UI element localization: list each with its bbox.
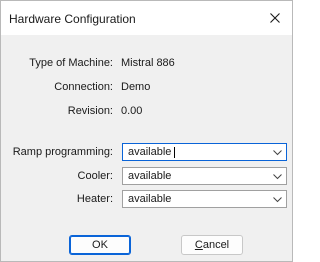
text-caret	[174, 147, 175, 158]
cancel-button-label: ancel	[202, 239, 230, 251]
machine-type-label: Type of Machine:	[29, 57, 113, 69]
ramp-programming-label: Ramp programming:	[12, 146, 113, 158]
ramp-programming-select[interactable]: available	[122, 143, 287, 161]
cooler-value: available	[128, 170, 172, 182]
cooler-label: Cooler:	[77, 170, 113, 182]
heater-value: available	[128, 193, 172, 205]
connection-value: Demo	[121, 81, 151, 93]
close-button[interactable]	[262, 5, 288, 31]
heater-select[interactable]: available	[122, 190, 287, 208]
cancel-accelerator: C	[194, 239, 203, 251]
dialog-title: Hardware Configuration	[9, 12, 136, 26]
cancel-button[interactable]: Cancel	[181, 235, 243, 255]
chevron-down-icon	[273, 174, 282, 180]
chevron-down-icon	[273, 197, 282, 203]
ok-button[interactable]: OK	[69, 235, 131, 255]
ok-button-label: OK	[92, 239, 108, 251]
chevron-down-icon	[273, 150, 282, 156]
revision-value: 0.00	[121, 105, 143, 117]
close-icon	[270, 13, 280, 23]
title-bar: Hardware Configuration	[1, 1, 292, 35]
machine-type-value: Mistral 886	[121, 57, 175, 69]
ramp-programming-value: available	[128, 146, 172, 158]
cooler-select[interactable]: available	[122, 167, 287, 185]
dialog-window: Hardware Configuration Type of Machine: …	[0, 0, 293, 262]
heater-label: Heater:	[76, 193, 113, 205]
revision-label: Revision:	[67, 105, 113, 117]
connection-label: Connection:	[54, 81, 113, 93]
